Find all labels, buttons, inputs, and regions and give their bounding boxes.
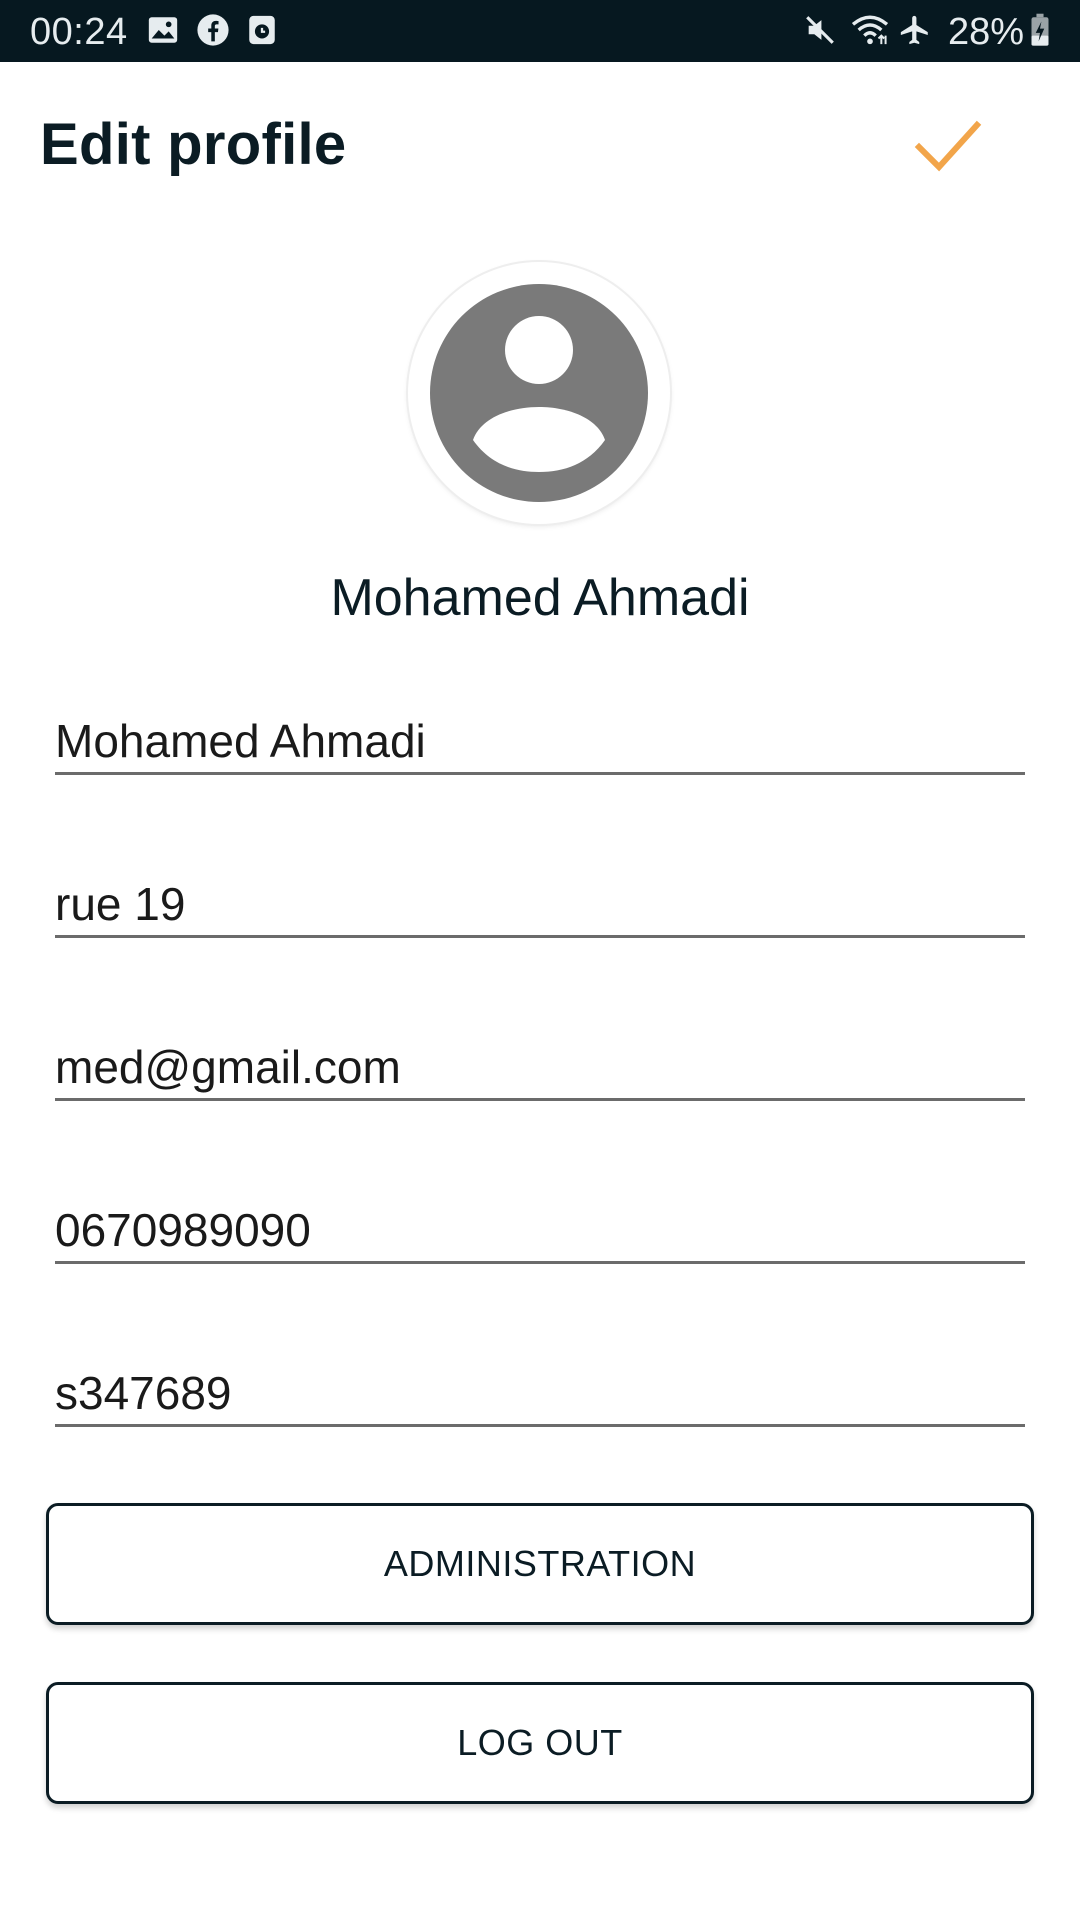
wifi-icon <box>850 13 890 47</box>
airplane-mode-icon <box>898 13 932 47</box>
clock-app-icon <box>245 13 279 47</box>
image-icon <box>146 13 180 47</box>
email-field[interactable] <box>55 1036 1025 1101</box>
battery-charging-icon <box>1028 13 1052 47</box>
code-field[interactable] <box>55 1362 1025 1427</box>
status-bar: 00:24 28% <box>0 0 1080 62</box>
account-circle-icon <box>430 284 648 502</box>
facebook-icon <box>196 13 230 47</box>
avatar[interactable] <box>408 262 670 524</box>
confirm-button[interactable] <box>905 105 991 185</box>
battery-percent: 28% <box>948 11 1025 53</box>
checkmark-icon <box>914 120 982 172</box>
logout-button-label: LOG OUT <box>457 1722 623 1763</box>
profile-display-name: Mohamed Ahmadi <box>330 569 750 627</box>
mute-icon <box>803 13 837 47</box>
page-title: Edit profile <box>40 112 347 177</box>
status-time: 00:24 <box>30 11 128 53</box>
address-field[interactable] <box>55 873 1025 938</box>
administration-button[interactable]: ADMINISTRATION <box>46 1503 1034 1625</box>
name-field[interactable] <box>55 710 1025 775</box>
phone-field[interactable] <box>55 1199 1025 1264</box>
logout-button[interactable]: LOG OUT <box>46 1682 1034 1804</box>
administration-button-label: ADMINISTRATION <box>383 1543 697 1584</box>
